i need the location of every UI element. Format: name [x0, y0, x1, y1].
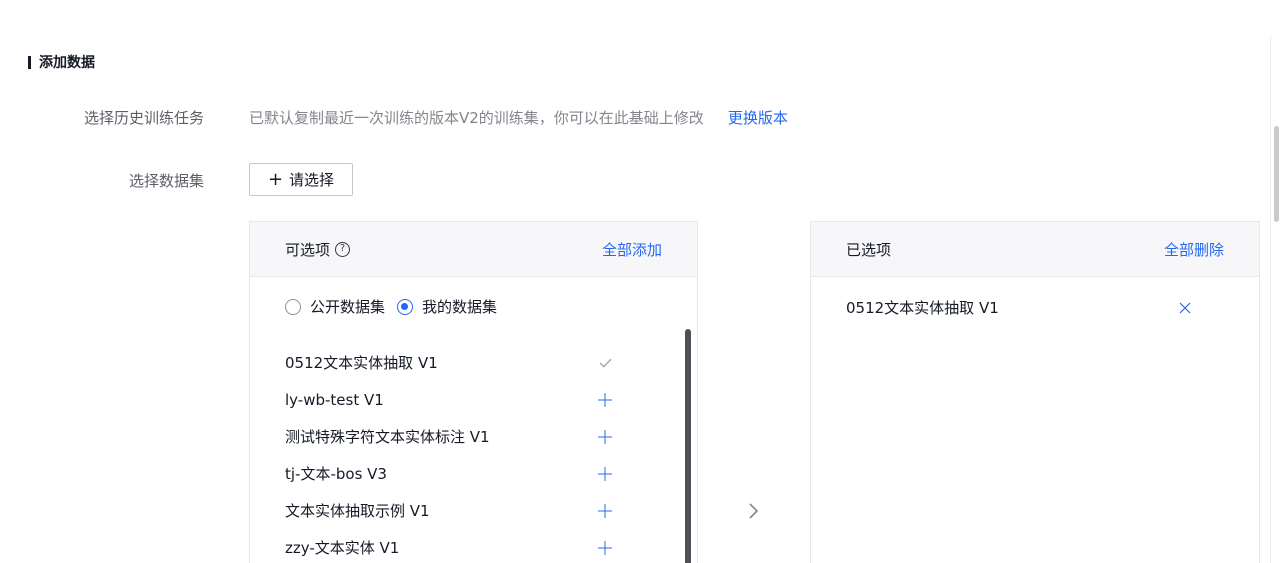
page-scrollbar-thumb[interactable]: [1274, 126, 1279, 222]
selected-panel: 已选项 全部删除 0512文本实体抽取 V1: [810, 221, 1260, 563]
change-version-link[interactable]: 更换版本: [728, 107, 788, 128]
list-item[interactable]: tj-文本-bos V3: [285, 455, 625, 492]
question-circle-icon[interactable]: ?: [335, 241, 351, 257]
history-task-row: 已默认复制最近一次训练的版本V2的训练集，你可以在此基础上修改 更换版本: [249, 107, 788, 128]
available-panel-title: 可选项 ?: [285, 239, 351, 260]
radio-public-datasets[interactable]: 公开数据集: [285, 296, 385, 317]
available-list-scrollbar-thumb[interactable]: [685, 329, 691, 563]
dataset-source-radio-group: 公开数据集 我的数据集: [285, 296, 509, 317]
delete-all-button[interactable]: 全部删除: [1164, 239, 1224, 260]
available-dataset-list: 0512文本实体抽取 V1 ly-wb-test V1 测试特殊字符文本实体标注…: [285, 344, 625, 563]
radio-label: 我的数据集: [422, 298, 498, 316]
list-item-name: ly-wb-test V1: [285, 390, 384, 409]
chevron-right-icon[interactable]: [746, 502, 762, 520]
section-title-bar: [28, 55, 31, 69]
plus-icon[interactable]: [598, 429, 612, 444]
list-item[interactable]: ly-wb-test V1: [285, 381, 625, 418]
select-dataset-button[interactable]: + 请选择: [249, 163, 353, 196]
selected-item-name: 0512文本实体抽取 V1: [846, 299, 999, 317]
select-dataset-button-label: 请选择: [289, 171, 335, 189]
add-all-button[interactable]: 全部添加: [602, 239, 662, 260]
available-list-scrollbar[interactable]: [685, 329, 691, 563]
history-task-description: 已默认复制最近一次训练的版本V2的训练集，你可以在此基础上修改: [249, 109, 704, 127]
plus-icon[interactable]: [598, 503, 612, 518]
history-task-label: 选择历史训练任务: [83, 109, 204, 127]
available-title-text: 可选项: [285, 240, 331, 259]
check-icon: [598, 356, 612, 370]
radio-circle: [285, 298, 301, 315]
list-item-name: 文本实体抽取示例 V1: [285, 502, 430, 520]
available-panel: 可选项 ? 全部添加 公开数据集 我的数据集 0512文本实体抽取 V1 ly-…: [249, 221, 698, 563]
radio-my-datasets[interactable]: 我的数据集: [397, 296, 497, 317]
available-panel-header: 可选项 ? 全部添加: [250, 222, 697, 277]
radio-circle: [397, 298, 414, 315]
list-item-name: tj-文本-bos V3: [285, 465, 387, 483]
list-item-name: 测试特殊字符文本实体标注 V1: [285, 428, 490, 446]
selected-panel-title: 已选项: [846, 240, 892, 259]
dataset-label: 选择数据集: [128, 172, 204, 190]
list-item[interactable]: 0512文本实体抽取 V1: [285, 344, 625, 381]
page: 添加数据 选择历史训练任务 已默认复制最近一次训练的版本V2的训练集，你可以在此…: [0, 0, 1280, 563]
list-item-name: zzy-文本实体 V1: [285, 539, 400, 557]
selected-list-item: 0512文本实体抽取 V1: [846, 297, 1191, 318]
list-item[interactable]: 文本实体抽取示例 V1: [285, 492, 625, 529]
close-icon[interactable]: [1179, 302, 1191, 314]
plus-icon[interactable]: [598, 540, 612, 555]
plus-icon[interactable]: [598, 392, 612, 407]
list-item[interactable]: 测试特殊字符文本实体标注 V1: [285, 418, 625, 455]
section-title: 添加数据: [28, 52, 95, 72]
selected-panel-header: 已选项 全部删除: [811, 222, 1259, 277]
section-title-text: 添加数据: [39, 55, 95, 71]
list-item-name: 0512文本实体抽取 V1: [285, 354, 438, 372]
radio-label: 公开数据集: [310, 298, 386, 316]
plus-icon[interactable]: [598, 466, 612, 481]
list-item[interactable]: zzy-文本实体 V1: [285, 529, 625, 563]
page-scrollbar[interactable]: [1270, 36, 1280, 563]
plus-icon: +: [267, 168, 284, 190]
